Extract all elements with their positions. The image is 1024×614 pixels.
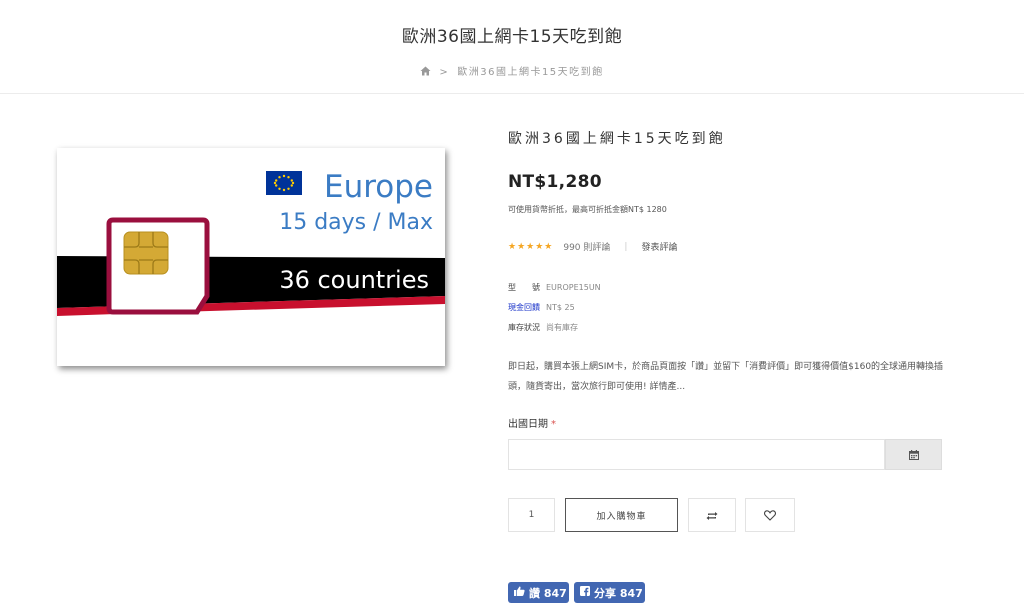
calendar-button[interactable] xyxy=(885,439,942,470)
product-price: NT$1,280 xyxy=(508,172,602,192)
calendar-icon xyxy=(908,445,919,464)
product-image: Europe 15 days / Max 36 countries xyxy=(57,148,445,366)
departure-date-input[interactable] xyxy=(508,439,885,470)
facebook-share-button[interactable]: 分享 847 xyxy=(574,582,645,603)
review-count[interactable]: 990 則評論 xyxy=(563,240,610,253)
required-mark: * xyxy=(551,419,556,430)
like-label: 讚 847 xyxy=(529,586,567,600)
page-header: 歐洲36國上網卡15天吃到飽 > 歐洲36國上網卡15天吃到飽 xyxy=(0,0,1024,94)
spec-cashback-value: NT$ 25 xyxy=(546,303,575,312)
quantity-input[interactable]: 1 xyxy=(508,498,555,532)
date-label-text: 出國日期 xyxy=(508,419,548,430)
spec-stock-value: 尚有庫存 xyxy=(546,323,578,332)
home-icon[interactable] xyxy=(420,66,431,79)
spec-stock-label: 庫存狀況 xyxy=(508,323,540,332)
image-plan-text: 15 days / Max xyxy=(279,210,433,235)
product-name: 歐洲36國上網卡15天吃到飽 xyxy=(508,131,726,147)
rating-row: ★★★★★ 990 則評論 | 發表評論 xyxy=(508,240,677,254)
heart-icon xyxy=(763,506,777,525)
compare-icon xyxy=(706,506,718,525)
thumbs-up-icon xyxy=(514,586,525,599)
sim-chip-icon xyxy=(123,231,169,275)
share-label: 分享 847 xyxy=(594,586,643,600)
facebook-like-button[interactable]: 讚 847 xyxy=(508,582,569,603)
eu-flag-icon xyxy=(266,171,302,195)
image-region-text: Europe xyxy=(324,169,433,205)
date-field-label: 出國日期 * xyxy=(508,415,556,430)
breadcrumb: > 歐洲36國上網卡15天吃到飽 xyxy=(0,63,1024,79)
breadcrumb-separator: > xyxy=(439,67,450,78)
spec-model: 型 號 EUROPE15UN xyxy=(508,282,601,293)
page-title: 歐洲36國上網卡15天吃到飽 xyxy=(401,27,623,47)
wishlist-button[interactable] xyxy=(745,498,795,532)
breadcrumb-current: 歐洲36國上網卡15天吃到飽 xyxy=(457,67,604,78)
spec-stock: 庫存狀況 尚有庫存 xyxy=(508,322,578,333)
rating-divider: | xyxy=(624,241,628,252)
rating-stars: ★★★★★ xyxy=(508,241,554,252)
spec-model-label: 型 號 xyxy=(508,283,540,292)
image-countries-text: 36 countries xyxy=(279,266,429,294)
facebook-icon xyxy=(580,586,590,599)
spec-cashback-label[interactable]: 現金回饋 xyxy=(508,303,540,312)
discount-note: 可使用貨幣折抵，最高可折抵金額NT$ 1280 xyxy=(508,205,667,214)
product-description: 即日起，購買本張上網SIM卡，於商品頁面按「讚」並留下「消費評價」即可獲得價值$… xyxy=(508,362,944,392)
spec-cashback: 現金回饋 NT$ 25 xyxy=(508,302,575,313)
spec-model-value: EUROPE15UN xyxy=(546,283,601,292)
add-to-cart-button[interactable]: 加入購物車 xyxy=(565,498,678,532)
write-review-link[interactable]: 發表評論 xyxy=(641,240,677,253)
compare-button[interactable] xyxy=(688,498,736,532)
